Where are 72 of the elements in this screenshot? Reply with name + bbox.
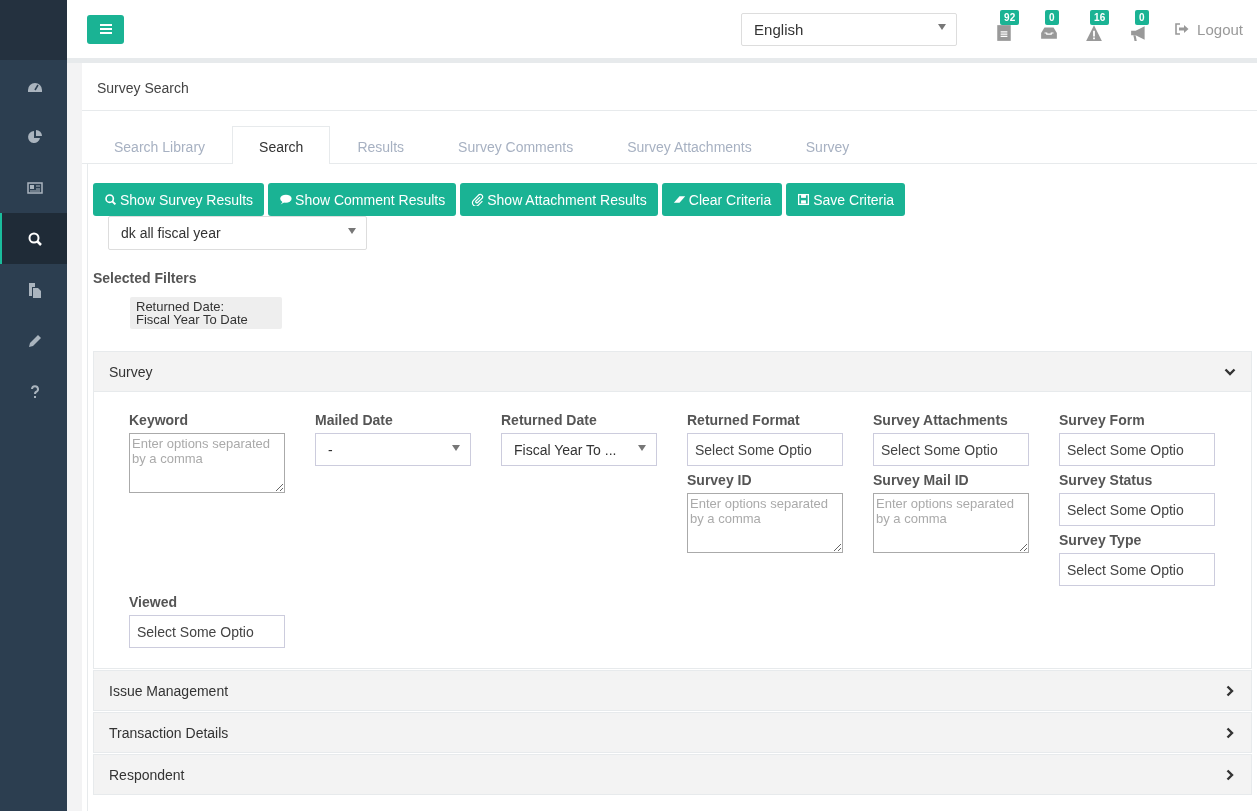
count-badge: 92 [1000, 10, 1020, 25]
menu-icon [99, 24, 112, 34]
tab[interactable]: Search [232, 126, 331, 164]
field-label: Survey Mail ID [873, 472, 970, 488]
count-badge: 16 [1090, 10, 1110, 25]
multi-select-field[interactable]: Select Some Optio [687, 433, 843, 466]
accordion-header[interactable]: Issue Management [94, 671, 1251, 710]
tab[interactable]: Survey Attachments [600, 126, 779, 164]
field-label: Keyword [129, 412, 190, 428]
accordion-header[interactable]: Respondent [94, 755, 1251, 794]
field-label: Mailed Date [315, 412, 394, 428]
search-icon [26, 230, 43, 247]
text-area[interactable]: Enter options separated by a comma [129, 433, 285, 493]
field-label: Survey ID [687, 472, 753, 488]
action-button[interactable]: Show Attachment Results [460, 183, 658, 216]
accordion-header[interactable]: Transaction Details [94, 713, 1251, 752]
tab[interactable]: Search Library [87, 126, 233, 164]
field-label: Survey Status [1059, 472, 1154, 488]
text-area[interactable]: Enter options separated by a comma [687, 493, 843, 553]
select-field[interactable]: - [315, 433, 471, 466]
warning-icon[interactable] [1085, 24, 1104, 42]
eraser-icon [672, 193, 686, 206]
field-label: Survey Type [1059, 532, 1143, 548]
action-button[interactable]: Show Comment Results [268, 183, 457, 216]
action-button[interactable]: Clear Criteria [661, 183, 783, 216]
count-badge: 0 [1045, 10, 1059, 25]
copy-icon [26, 281, 43, 298]
field-label: Returned Date [501, 412, 598, 428]
caret-icon [452, 444, 460, 451]
field-label: Survey Form [1059, 412, 1146, 428]
caret-icon [348, 228, 356, 234]
saved-search-select[interactable]: dk all fiscal year [108, 216, 367, 250]
comment-icon [279, 193, 293, 206]
multi-select-field[interactable]: Select Some Optio [1059, 433, 1215, 466]
sign-out-icon [1175, 23, 1190, 35]
sidebar-item[interactable] [0, 213, 67, 264]
field-label: Viewed [129, 594, 178, 610]
field-label: Returned Format [687, 412, 801, 428]
caret-icon [638, 444, 646, 451]
multi-select-field[interactable]: Select Some Optio [129, 615, 285, 648]
text-area[interactable]: Enter options separated by a comma [873, 493, 1029, 553]
multi-select-field[interactable]: Select Some Optio [1059, 493, 1215, 526]
multi-select-field[interactable]: Select Some Optio [1059, 553, 1215, 586]
action-button[interactable]: Save Criteria [786, 183, 906, 216]
save-icon [797, 193, 811, 206]
page-title: Survey Search [82, 63, 1257, 111]
tab[interactable]: Results [330, 126, 432, 164]
select-field[interactable]: Fiscal Year To ... [501, 433, 657, 466]
brand-bar [0, 0, 67, 60]
pencil-icon [26, 332, 43, 349]
logout-link[interactable]: Logout [1175, 20, 1243, 38]
field-label: Survey Attachments [873, 412, 1009, 428]
menu-button[interactable] [87, 14, 124, 44]
language-select[interactable]: English [741, 12, 958, 46]
filter-tag: Returned Date: Fiscal Year To Date [130, 297, 282, 329]
caret-icon [938, 24, 947, 30]
pie-icon [26, 128, 43, 145]
multi-select-field[interactable]: Select Some Optio [873, 433, 1029, 466]
accordion-header[interactable]: Survey [94, 352, 1251, 391]
inbox-icon[interactable] [1040, 24, 1059, 42]
document-icon[interactable] [995, 24, 1014, 42]
chevron-right-icon [1224, 768, 1236, 781]
search-icon [104, 193, 117, 206]
newspaper-icon [26, 179, 43, 196]
chevron-right-icon [1224, 684, 1236, 697]
count-badge: 0 [1135, 10, 1149, 25]
paperclip-icon [471, 193, 485, 206]
action-button[interactable]: Show Survey Results [93, 183, 265, 216]
section-heading: Selected Filters [93, 270, 198, 286]
tab[interactable]: Survey Comments [431, 126, 601, 164]
chevron-right-icon [1224, 726, 1236, 739]
tab[interactable]: Survey [778, 126, 877, 164]
